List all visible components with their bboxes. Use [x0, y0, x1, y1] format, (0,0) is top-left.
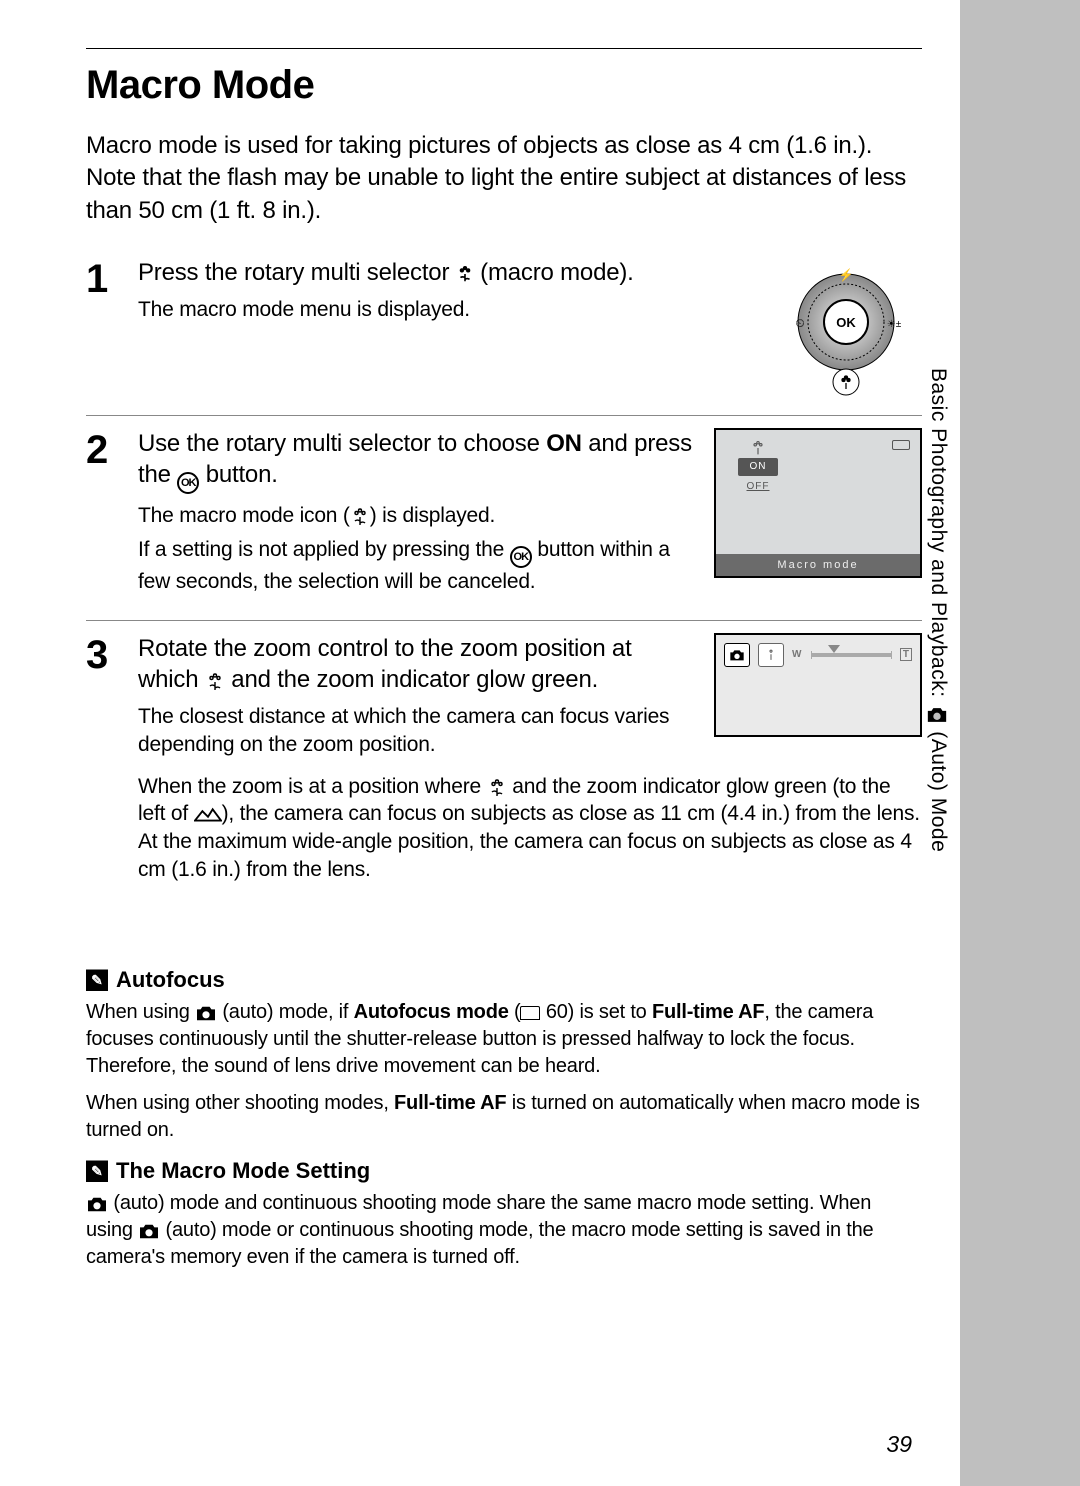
step-3-desc2: When the zoom is at a position where and… — [138, 773, 922, 884]
page-title: Macro Mode — [86, 63, 922, 108]
zoom-t-label: T — [900, 648, 912, 661]
note-autofocus-head: ✎ Autofocus — [86, 967, 922, 993]
svg-text:⚡: ⚡ — [839, 268, 854, 282]
intro-text: Macro mode is used for taking pictures o… — [86, 130, 922, 227]
flower-outline-icon — [487, 778, 507, 798]
option-on: ON — [738, 458, 778, 476]
step-number: 3 — [86, 635, 124, 675]
zoom-w-label: W — [792, 649, 801, 660]
macro-zoom-icon — [758, 643, 784, 667]
svg-text:☀±: ☀± — [887, 319, 902, 330]
pencil-icon: ✎ — [86, 1160, 108, 1182]
zoom-scale — [811, 653, 891, 657]
svg-text:⏲: ⏲ — [795, 316, 804, 330]
note-autofocus-p1: When using (auto) mode, if Autofocus mod… — [86, 999, 922, 1080]
book-icon — [520, 1006, 540, 1020]
step-3-title: Rotate the zoom control to the zoom posi… — [138, 633, 696, 695]
step-2-desc: The macro mode icon () is displayed. — [138, 502, 696, 530]
pencil-icon: ✎ — [86, 969, 108, 991]
lcd-footer: Macro mode — [716, 554, 920, 576]
note-autofocus-p2: When using other shooting modes, Full-ti… — [86, 1090, 922, 1144]
step-2-title: Use the rotary multi selector to choose … — [138, 428, 696, 494]
camera-icon — [86, 1195, 108, 1213]
step-2: 2 Use the rotary multi selector to choos… — [86, 415, 922, 620]
step-1-desc: The macro mode menu is displayed. — [138, 296, 758, 324]
flower-outline-icon — [750, 440, 766, 456]
ok-button-icon: OK — [510, 546, 532, 568]
rotary-selector-diagram: OK ⚡ ⏲ ☀± — [776, 257, 916, 397]
camera-icon — [195, 1004, 217, 1022]
flower-outline-icon — [205, 672, 225, 692]
page-number: 39 — [886, 1431, 912, 1458]
option-off: OFF — [738, 478, 778, 496]
step-number: 2 — [86, 430, 124, 470]
lcd-zoom-indicator: W T — [714, 633, 922, 737]
camera-icon — [138, 1222, 160, 1240]
auto-mode-icon — [724, 643, 750, 667]
flower-outline-icon — [350, 507, 370, 527]
step-1-title: Press the rotary multi selector (macro m… — [138, 257, 758, 288]
note-macro-setting-head: ✎ The Macro Mode Setting — [86, 1158, 922, 1184]
lcd-macro-menu: ON OFF Macro mode — [714, 428, 922, 578]
mountain-icon — [194, 806, 222, 822]
svg-text:OK: OK — [836, 315, 856, 330]
step-1: 1 Press the rotary multi selector (macro… — [86, 257, 922, 415]
sidebar-chapter-label: Basic Photography and Playback: (Auto) M… — [926, 368, 950, 852]
step-3-desc: The closest distance at which the camera… — [138, 703, 696, 758]
camera-icon — [926, 705, 948, 724]
step-3: 3 Rotate the zoom control to the zoom po… — [86, 620, 922, 908]
top-rule — [86, 48, 922, 49]
flower-icon — [456, 265, 474, 283]
battery-icon — [892, 440, 910, 450]
step-2-desc2: If a setting is not applied by pressing … — [138, 536, 696, 596]
ok-button-icon: OK — [177, 472, 199, 494]
step-number: 1 — [86, 259, 124, 299]
note-macro-setting-p: (auto) mode and continuous shooting mode… — [86, 1190, 922, 1271]
